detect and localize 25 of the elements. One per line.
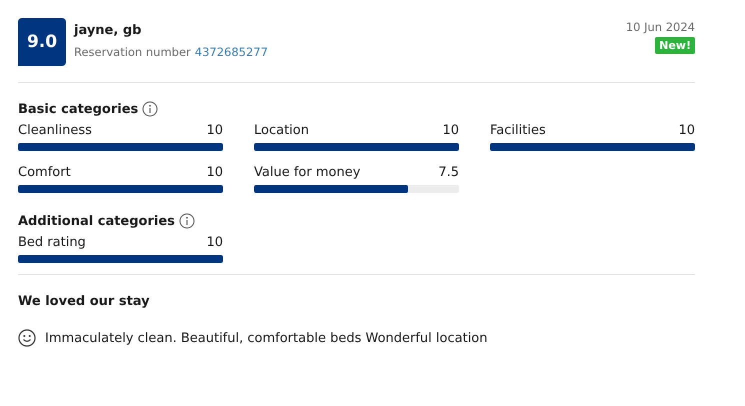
new-badge: New!	[655, 37, 695, 54]
reservation-label: Reservation number	[74, 45, 191, 59]
category-name: Value for money	[254, 165, 360, 180]
category-score: 10	[442, 123, 459, 138]
review-date: 10 Jun 2024	[626, 20, 695, 34]
category-score: 10	[206, 123, 223, 138]
reservation-number: 4372685277	[194, 45, 268, 59]
smiley-icon	[18, 329, 36, 347]
info-icon[interactable]	[178, 213, 195, 229]
category-score: 10	[206, 165, 223, 180]
category-name: Comfort	[18, 165, 71, 180]
category-name: Bed rating	[18, 235, 86, 250]
section-title: Additional categories	[18, 214, 175, 228]
category-name: Facilities	[490, 123, 546, 138]
category-score: 10	[678, 123, 695, 138]
category-name: Location	[254, 123, 309, 138]
category-score: 10	[206, 235, 223, 250]
section-title: Basic categories	[18, 102, 138, 116]
review-title: We loved our stay	[18, 294, 151, 309]
review-score: 9.0	[18, 18, 66, 66]
reviewer-name: jayne, gb	[74, 23, 142, 38]
category-score: 7.5	[438, 165, 459, 180]
category-name: Cleanliness	[18, 123, 92, 138]
review-text: Immaculately clean. Beautiful, comfortable beds Wonderful location	[45, 330, 488, 346]
info-icon[interactable]	[142, 101, 158, 117]
